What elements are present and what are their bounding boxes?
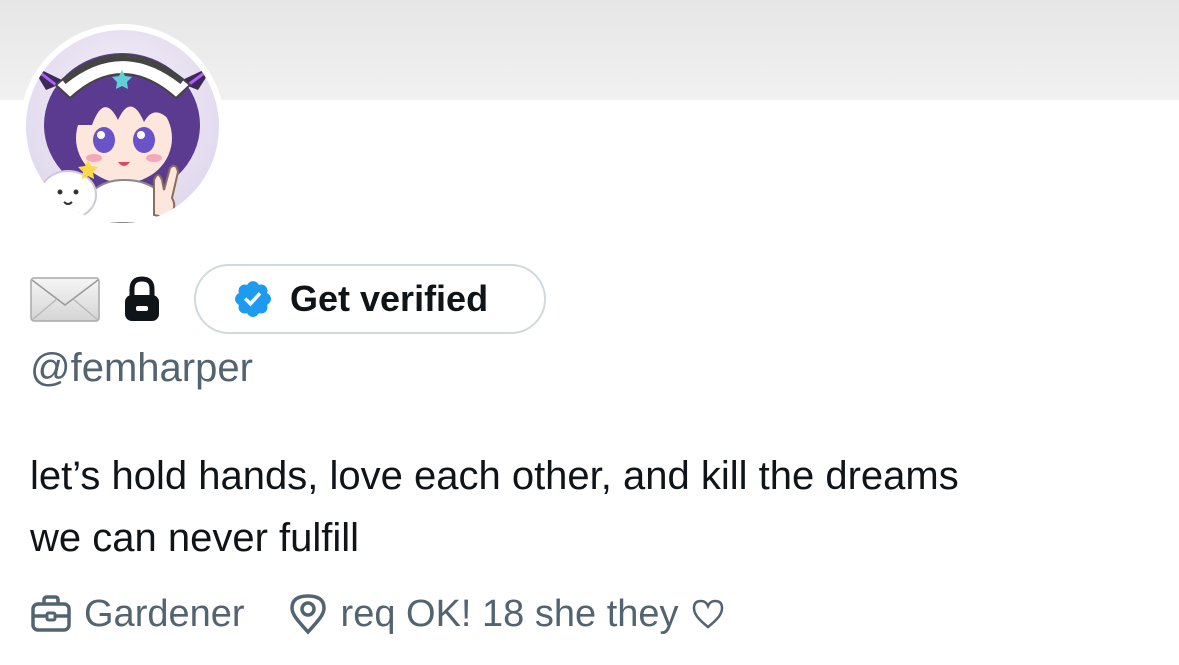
location-pin-icon (289, 594, 326, 635)
lock-icon (125, 276, 159, 321)
briefcase-icon (31, 595, 71, 632)
get-verified-button[interactable]: Get verified (194, 264, 546, 334)
location-item: req OK! 18 she they (287, 593, 725, 636)
verified-badge-icon (235, 281, 271, 317)
profile-bio: let’s hold hands, love each other, and k… (30, 445, 1150, 569)
heart-outline-icon (692, 599, 723, 629)
location-label: req OK! 18 she they (340, 592, 679, 635)
bio-line: let’s hold hands, love each other, and k… (30, 454, 959, 498)
avatar[interactable] (26, 30, 219, 223)
profession-item: Gardener (30, 593, 245, 636)
profile-handle: @femharper (30, 346, 253, 390)
profile-action-row: Get verified (30, 264, 546, 334)
profile-meta: Gardener req OK! 18 she they (30, 586, 767, 642)
profile-page: Get verified @femharper let’s hold hands… (0, 0, 1179, 665)
envelope-icon (30, 277, 100, 322)
bio-line: we can never fulfill (30, 516, 360, 560)
get-verified-label: Get verified (290, 278, 489, 319)
profession-label: Gardener (84, 592, 245, 635)
